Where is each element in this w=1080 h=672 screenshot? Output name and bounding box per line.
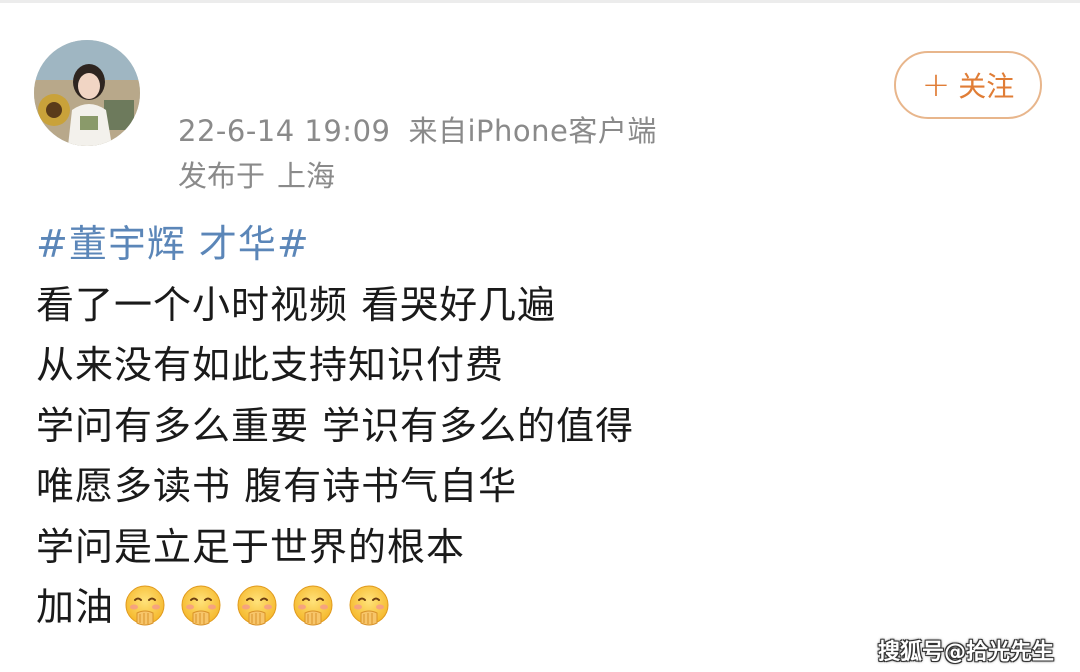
face-with-hand-over-mouth-icon bbox=[237, 585, 277, 625]
post-line: 学问有多么重要 学识有多么的值得 bbox=[36, 403, 635, 448]
hashtag-line: #董宇辉 才华# bbox=[36, 214, 1036, 275]
emoji-row bbox=[122, 583, 392, 629]
post-line-text: 加油 bbox=[36, 585, 115, 629]
follow-label: 关注 bbox=[958, 70, 1015, 103]
avatar-image bbox=[34, 40, 140, 146]
post-meta-time: 22-6-14 19:09 来自iPhone客户端 bbox=[178, 108, 657, 150]
timestamp: 22-6-14 19:09 bbox=[178, 114, 391, 148]
face-with-hand-over-mouth-icon bbox=[293, 585, 333, 625]
post-meta-location: 发布于 上海 bbox=[178, 153, 335, 195]
post-line-last: 加油 bbox=[36, 577, 1036, 638]
location-city: 上海 bbox=[277, 159, 336, 193]
post-line: 学问是立足于世界的根本 bbox=[36, 524, 466, 569]
post-source: 来自iPhone客户端 bbox=[408, 114, 657, 148]
divider bbox=[0, 0, 1080, 3]
hashtag-link[interactable]: #董宇辉 才华# bbox=[36, 222, 310, 266]
watermark: 搜狐号@拾光先生 bbox=[877, 640, 1054, 665]
post-line: 从来没有如此支持知识付费 bbox=[36, 343, 505, 387]
plus-icon: + bbox=[921, 65, 951, 105]
face-with-hand-over-mouth-icon bbox=[125, 585, 165, 625]
follow-button[interactable]: + 关注 bbox=[894, 51, 1042, 119]
face-with-hand-over-mouth-icon bbox=[181, 585, 221, 625]
face-with-hand-over-mouth-icon bbox=[349, 585, 389, 625]
post-line: 看了一个小时视频 看哭好几遍 bbox=[36, 282, 557, 327]
weibo-post-card: 22-6-14 19:09 来自iPhone客户端 发布于 上海 + 关注 #董宇辉… bbox=[0, 0, 1080, 672]
avatar[interactable] bbox=[34, 40, 140, 146]
post-body: #董宇辉 才华# 看了一个小时视频 看哭好几遍 从来没有如此支持知识付费 学问有… bbox=[36, 214, 1036, 638]
location-label: 发布于 bbox=[178, 159, 266, 193]
post-line: 唯愿多读书 腹有诗书气自华 bbox=[36, 464, 518, 508]
